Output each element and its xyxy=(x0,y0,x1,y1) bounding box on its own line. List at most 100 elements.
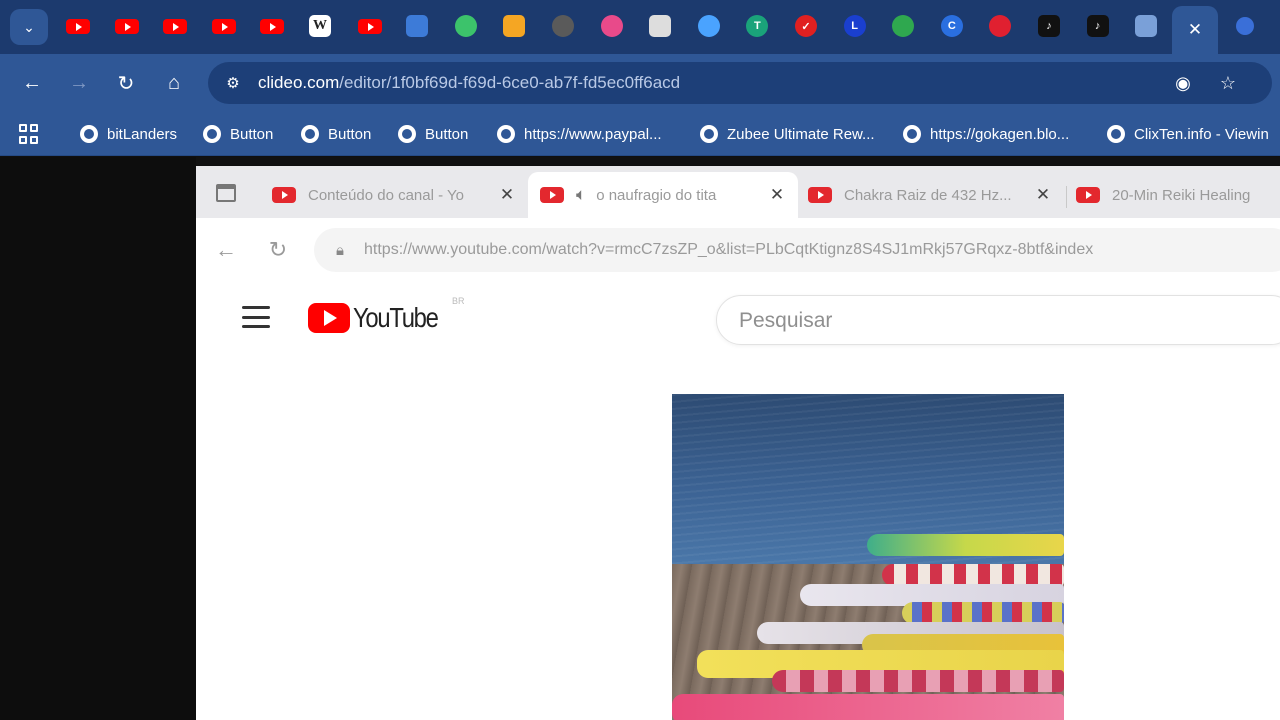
back-button[interactable]: ← xyxy=(17,68,47,98)
inner-tab[interactable]: Chakra Raiz de 432 Hz... ✕ xyxy=(796,172,1064,218)
globe-app-icon[interactable] xyxy=(406,15,429,37)
tiktok-icon[interactable]: ♪ xyxy=(1086,15,1109,37)
browser-tab-strip: ⌄ W T ✓ L C ♪ ♪ ✕ xyxy=(0,0,1280,54)
inner-toolbar: ← ↻ 🔒︎ https://www.youtube.com/watch?v=r… xyxy=(196,218,1280,280)
globe-icon xyxy=(903,125,921,143)
youtube-icon xyxy=(540,187,564,203)
bookmark-item[interactable]: Button xyxy=(203,122,273,146)
inner-tab-strip: Conteúdo do canal - Yo ✕ 🔈︎ o naufragio … xyxy=(196,166,1280,218)
video-boat xyxy=(882,564,1064,586)
star-icon[interactable]: ☆ xyxy=(1215,70,1241,96)
inner-tab[interactable]: 20-Min Reiki Healing xyxy=(1064,172,1280,218)
address-bar[interactable]: ⚙ clideo.com/editor/1f0bf69d-f69d-6ce0-a… xyxy=(208,62,1272,104)
youtube-icon xyxy=(272,187,296,203)
browser-toolbar: ← → ↻ ⌂ ⚙ clideo.com/editor/1f0bf69d-f69… xyxy=(0,54,1280,112)
youtube-icon[interactable] xyxy=(211,19,236,34)
close-icon[interactable]: ✕ xyxy=(496,185,518,205)
lock-icon[interactable]: 🔒︎ xyxy=(330,239,350,261)
reload-button[interactable]: ↻ xyxy=(111,68,141,98)
forward-button[interactable]: → xyxy=(64,68,94,98)
arrow-left-icon: ← xyxy=(22,71,42,94)
home-icon: ⌂ xyxy=(167,71,181,94)
reload-button[interactable]: ↻ xyxy=(264,236,292,264)
youtube-icon[interactable] xyxy=(260,19,285,34)
apps-grid-icon[interactable] xyxy=(19,124,39,144)
blue-ring-icon[interactable] xyxy=(697,15,720,37)
bookmark-label: ClixTen.info - Viewin xyxy=(1134,125,1269,143)
bookmark-label: Button xyxy=(425,125,469,143)
captured-screen-dark-area xyxy=(0,157,196,720)
red-c-icon[interactable] xyxy=(989,15,1012,37)
url-path: /editor/1f0bf69d-f69d-6ce0-ab7f-fd5ec0ff… xyxy=(339,73,681,92)
tab-edge-icon[interactable] xyxy=(1236,17,1254,35)
bookmark-label: Button xyxy=(230,125,274,143)
active-tab[interactable]: ✕ xyxy=(1172,6,1218,54)
inner-address-bar[interactable]: 🔒︎ https://www.youtube.com/watch?v=rmcC7… xyxy=(314,228,1280,272)
search-input[interactable] xyxy=(739,309,1239,333)
bookmarks-bar: bitLanders Button Button Button https://… xyxy=(0,112,1280,156)
bookmark-item[interactable]: Button xyxy=(398,122,468,146)
video-boat xyxy=(867,534,1064,556)
bookmark-item[interactable]: ClixTen.info - Viewin xyxy=(1107,122,1269,146)
back-button[interactable]: ← xyxy=(212,236,240,264)
pink-circle-icon[interactable] xyxy=(600,15,623,37)
bookmark-item[interactable]: https://www.paypal... xyxy=(497,122,662,146)
blue-l-icon[interactable]: L xyxy=(843,15,866,37)
leaf-icon[interactable] xyxy=(1135,15,1158,37)
youtube-search-box[interactable] xyxy=(716,295,1280,345)
address-url[interactable]: clideo.com/editor/1f0bf69d-f69d-6ce0-ab7… xyxy=(258,73,680,93)
tab-actions-icon[interactable] xyxy=(216,184,236,202)
youtube-masthead: YouTube BR xyxy=(196,280,1280,356)
close-icon[interactable]: ✕ xyxy=(1032,185,1054,205)
country-code: BR xyxy=(452,296,465,306)
youtube-icon[interactable] xyxy=(66,19,90,34)
bookmark-item[interactable]: https://gokagen.blo... xyxy=(903,122,1069,146)
blogger-icon[interactable] xyxy=(503,15,526,37)
eye-icon[interactable]: ◉ xyxy=(1170,70,1196,96)
green-ring-icon[interactable] xyxy=(892,15,915,37)
globe-icon xyxy=(301,125,319,143)
wikipedia-icon[interactable]: W xyxy=(309,15,331,37)
youtube-logo-icon xyxy=(308,303,350,333)
video-boat xyxy=(772,670,1064,692)
youtube-icon[interactable] xyxy=(163,19,188,34)
bookmark-label: https://www.paypal... xyxy=(524,125,662,143)
hamburger-menu-icon[interactable] xyxy=(242,306,270,328)
inner-address-url[interactable]: https://www.youtube.com/watch?v=rmcC7zsZ… xyxy=(364,241,1093,259)
video-player[interactable] xyxy=(672,394,1064,720)
bookmark-label: Button xyxy=(328,125,372,143)
chevron-down-icon: ⌄ xyxy=(23,18,35,35)
video-boat xyxy=(672,694,1064,720)
bookmark-item[interactable]: Zubee Ultimate Rew... xyxy=(700,122,875,146)
home-button[interactable]: ⌂ xyxy=(159,68,189,98)
speaker-icon[interactable]: 🔈︎ xyxy=(576,185,586,205)
bookmark-item[interactable]: Button xyxy=(301,122,371,146)
tiktok-icon[interactable]: ♪ xyxy=(1038,15,1060,37)
reload-icon: ↻ xyxy=(268,237,288,262)
youtube-logo-text: YouTube xyxy=(353,302,439,333)
bookmark-label: https://gokagen.blo... xyxy=(930,125,1070,143)
youtube-icon[interactable] xyxy=(114,19,139,34)
globe-icon xyxy=(80,125,98,143)
reload-icon: ↻ xyxy=(117,72,135,95)
play-circle-icon[interactable] xyxy=(454,15,477,37)
inner-tab[interactable]: Conteúdo do canal - Yo ✕ xyxy=(260,172,528,218)
teal-t-icon[interactable]: T xyxy=(746,15,769,37)
close-icon[interactable]: ✕ xyxy=(766,185,788,205)
tab-search-button[interactable]: ⌄ xyxy=(10,9,48,45)
grey-circle-icon[interactable] xyxy=(552,15,574,37)
captured-browser-window: Conteúdo do canal - Yo ✕ 🔈︎ o naufragio … xyxy=(196,166,1280,720)
youtube-logo[interactable]: YouTube BR xyxy=(308,296,465,334)
youtube-icon[interactable] xyxy=(357,19,382,34)
bookmark-item[interactable]: bitLanders xyxy=(80,122,177,146)
globe-icon xyxy=(203,125,221,143)
page-icon[interactable] xyxy=(649,15,672,37)
video-boat xyxy=(902,602,1064,624)
inner-tab-title: Chakra Raiz de 432 Hz... xyxy=(844,186,1012,204)
youtube-icon xyxy=(1076,187,1100,203)
close-icon[interactable]: ✕ xyxy=(1188,20,1202,40)
blue-c-icon[interactable]: C xyxy=(940,15,963,37)
red-check-icon[interactable]: ✓ xyxy=(795,15,817,37)
inner-tab-active[interactable]: 🔈︎ o naufragio do tita ✕ xyxy=(528,172,798,218)
site-settings-icon[interactable]: ⚙ xyxy=(222,72,244,94)
